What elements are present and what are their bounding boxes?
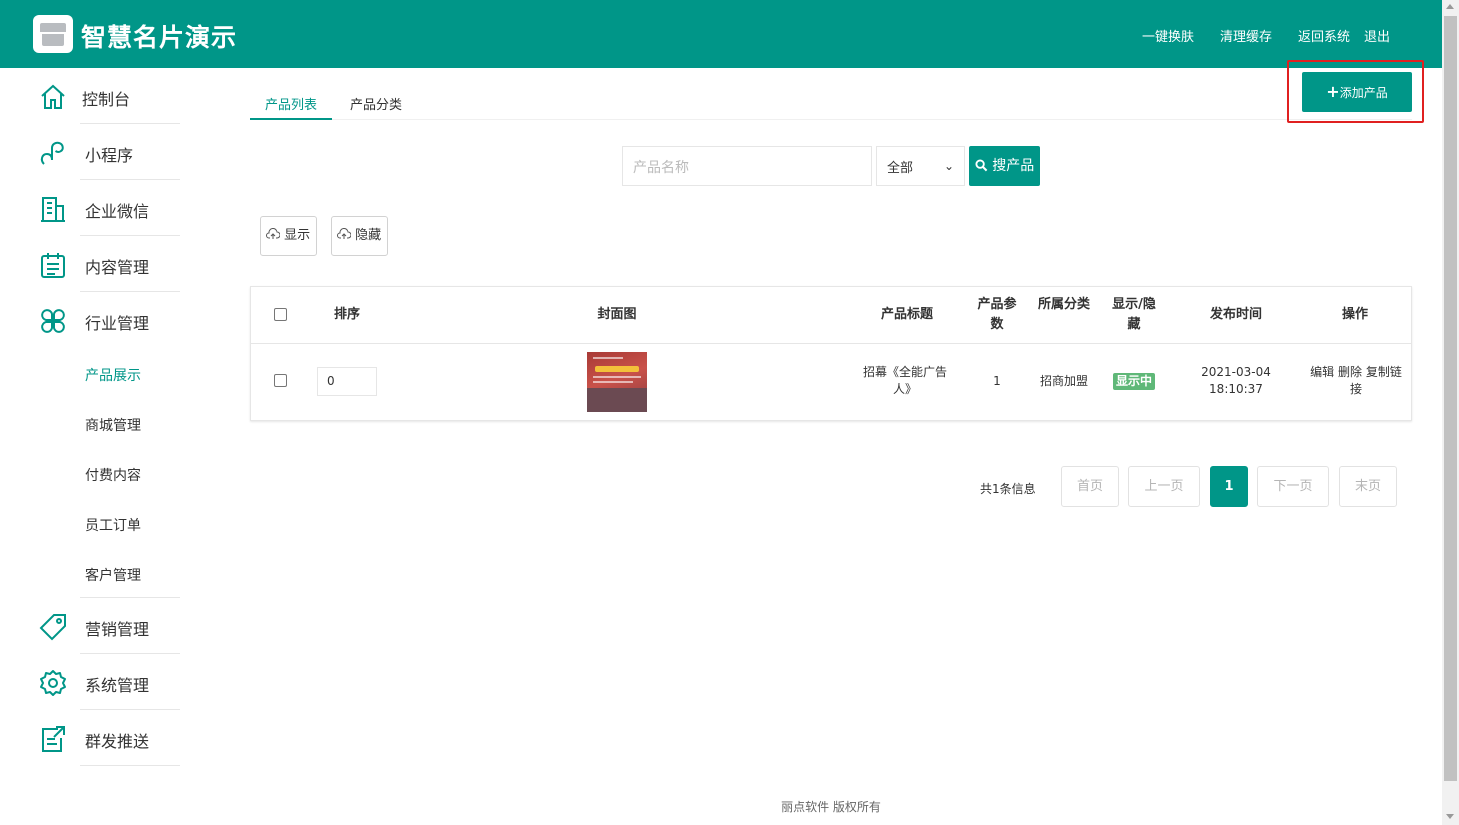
page-prev-button[interactable]: 上一页 — [1128, 466, 1200, 507]
edit-share-icon — [42, 726, 65, 752]
gear-icon — [40, 670, 66, 696]
store-logo-icon — [33, 15, 73, 53]
table-row: 0 招幕《全能广告人》 1 招商加盟 显示中 2021-03-04 18:10:… — [251, 344, 1411, 420]
app-title: 智慧名片演示 — [81, 23, 238, 52]
chevron-down-icon: ⌄ — [943, 159, 954, 173]
skin-switch-link[interactable]: 一键换肤 — [1142, 26, 1194, 45]
sidebar: 控制台 小程序 企业微信 内容管理 行业管理 产品展示 商城管理 付费内容 员工… — [0, 68, 220, 825]
search-product-button[interactable]: 搜产品 — [969, 146, 1040, 186]
publish-time: 2021-03-04 18:10:37 — [1201, 365, 1271, 396]
sidebar-item-content[interactable]: 内容管理 — [0, 236, 220, 292]
sidebar-item-dashboard[interactable]: 控制台 — [0, 68, 220, 124]
clear-cache-link[interactable]: 清理缓存 — [1220, 26, 1272, 45]
delete-link[interactable]: 删除 — [1338, 365, 1362, 379]
search-icon — [975, 159, 988, 172]
sidebar-item-miniprogram[interactable]: 小程序 — [0, 124, 220, 180]
sidebar-item-industry[interactable]: 行业管理 — [0, 292, 220, 348]
clover-icon — [41, 309, 65, 333]
table-header: 排序 封面图 产品标题 产品参数 所属分类 显示/隐藏 发布时间 操作 — [251, 287, 1411, 344]
sidebar-item-broadcast[interactable]: 群发推送 — [0, 710, 220, 766]
header-category: 所属分类 — [1037, 297, 1090, 312]
status-badge[interactable]: 显示中 — [1113, 373, 1156, 390]
main-content: 产品列表 产品分类 +添加产品 产品名称 全部 ⌄ 搜产品 显示 隐藏 排序 封… — [220, 60, 1442, 778]
page-last-button[interactable]: 末页 — [1339, 466, 1397, 507]
top-header: 智慧名片演示 一键换肤 清理缓存 返回系统 退出 — [0, 0, 1442, 68]
show-button[interactable]: 显示 — [260, 216, 317, 256]
cloud-upload-icon — [337, 228, 352, 239]
product-params: 1 — [993, 374, 1001, 388]
page-current-button[interactable]: 1 — [1210, 466, 1248, 507]
sort-order-input[interactable]: 0 — [317, 367, 377, 396]
row-actions: 编辑 删除 复制链接 — [1308, 364, 1404, 398]
category-select[interactable]: 全部 ⌄ — [876, 146, 965, 186]
cloud-upload-icon — [266, 228, 281, 239]
sidebar-label: 群发推送 — [85, 732, 150, 751]
page-scrollbar[interactable] — [1442, 0, 1459, 825]
scroll-down-icon[interactable] — [1446, 814, 1454, 819]
select-value: 全部 — [887, 161, 914, 176]
product-table: 排序 封面图 产品标题 产品参数 所属分类 显示/隐藏 发布时间 操作 0 招幕… — [250, 286, 1412, 421]
home-icon — [41, 84, 65, 109]
tab-product-list[interactable]: 产品列表 — [250, 90, 333, 120]
building-icon — [41, 197, 65, 222]
select-all-checkbox[interactable] — [274, 308, 287, 321]
cover-image — [587, 352, 647, 412]
sidebar-item-marketing[interactable]: 营销管理 — [0, 598, 220, 654]
edit-link[interactable]: 编辑 — [1310, 365, 1334, 379]
header-cover: 封面图 — [597, 307, 637, 322]
pagination-total: 共1条信息 — [980, 482, 1036, 496]
product-title: 招幕《全能广告人》 — [862, 365, 947, 396]
tab-bar: 产品列表 产品分类 — [250, 90, 1412, 120]
header-sort: 排序 — [333, 307, 360, 322]
footer-copyright: 丽点软件 版权所有 — [781, 800, 881, 814]
sidebar-label: 内容管理 — [85, 258, 150, 277]
sidebar-item-system[interactable]: 系统管理 — [0, 654, 220, 710]
header-params: 产品参数 — [977, 297, 1017, 332]
sidebar-label: 控制台 — [82, 90, 131, 109]
page-next-button[interactable]: 下一页 — [1257, 466, 1329, 507]
logout-link[interactable]: 退出 — [1364, 26, 1390, 45]
scroll-up-icon[interactable] — [1446, 4, 1454, 9]
page-first-button[interactable]: 首页 — [1061, 466, 1119, 507]
sidebar-label: 行业管理 — [85, 314, 150, 333]
sidebar-sub-staff-orders[interactable]: 员工订单 — [85, 515, 141, 535]
sidebar-label: 营销管理 — [85, 620, 150, 639]
row-checkbox[interactable] — [274, 374, 287, 387]
product-category: 招商加盟 — [1039, 374, 1088, 388]
return-system-link[interactable]: 返回系统 — [1298, 26, 1350, 45]
sidebar-label: 企业微信 — [85, 202, 150, 221]
miniprogram-icon — [40, 141, 64, 165]
sidebar-sub-products[interactable]: 产品展示 — [85, 365, 141, 385]
header-actions: 操作 — [1341, 307, 1368, 322]
tab-product-category[interactable]: 产品分类 — [350, 90, 402, 120]
sidebar-label: 小程序 — [85, 146, 134, 165]
content-panel: 产品列表 产品分类 +添加产品 产品名称 全部 ⌄ 搜产品 显示 隐藏 排序 封… — [220, 60, 1442, 778]
sidebar-sub-paid-content[interactable]: 付费内容 — [85, 465, 141, 485]
header-visibility: 显示/隐藏 — [1112, 297, 1156, 332]
header-time: 发布时间 — [1209, 307, 1262, 322]
sidebar-item-wecom[interactable]: 企业微信 — [0, 180, 220, 236]
header-title: 产品标题 — [880, 307, 933, 322]
hide-button[interactable]: 隐藏 — [331, 216, 388, 256]
tag-icon — [39, 614, 66, 641]
sidebar-sub-customers[interactable]: 客户管理 — [85, 565, 141, 585]
sidebar-label: 系统管理 — [85, 676, 150, 695]
scroll-thumb[interactable] — [1444, 16, 1457, 781]
clipboard-icon — [41, 253, 65, 278]
product-name-input[interactable]: 产品名称 — [622, 146, 872, 186]
add-product-button[interactable]: +添加产品 — [1302, 72, 1412, 112]
header-links: 一键换肤 清理缓存 返回系统 退出 — [1116, 26, 1390, 45]
sidebar-sub-mall[interactable]: 商城管理 — [85, 415, 141, 435]
